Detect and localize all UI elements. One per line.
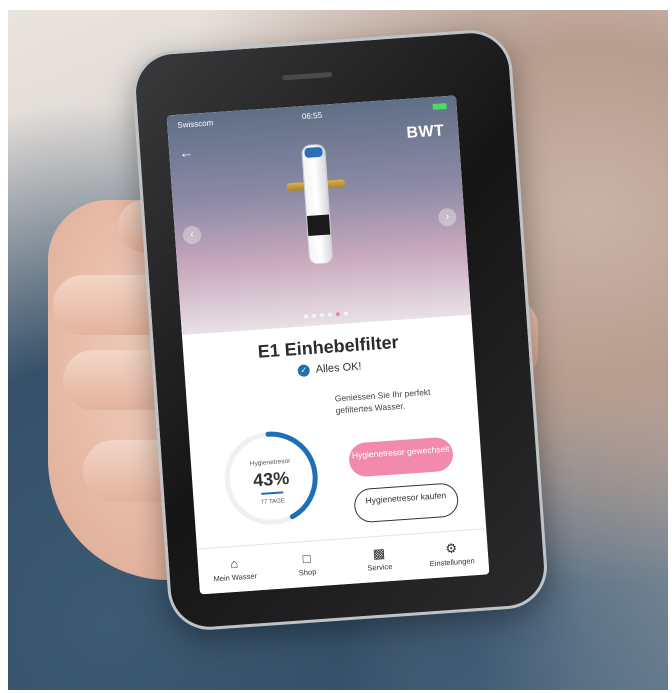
carousel-dot[interactable] bbox=[343, 311, 349, 316]
tab-label: Service bbox=[367, 561, 393, 573]
status-message: Geniessen Sie Ihr perfekt gefiltertes Wa… bbox=[334, 386, 431, 416]
carousel-dot[interactable] bbox=[319, 313, 325, 318]
product-hero: Swisscom 06:55 ← BWT ‹ › bbox=[166, 95, 472, 336]
tab-einstellungen[interactable]: ⚙ Einstellungen bbox=[414, 529, 489, 579]
tab-label: Mein Wasser bbox=[213, 571, 258, 584]
app-screen: Swisscom 06:55 ← BWT ‹ › E1 Einhebelfilt… bbox=[166, 95, 490, 595]
clock: 06:55 bbox=[301, 110, 323, 121]
gear-icon: ⚙ bbox=[444, 540, 458, 557]
carousel-indicator[interactable] bbox=[181, 303, 471, 327]
hygienetresor-buy-button[interactable]: Hygienetresor kaufen bbox=[353, 482, 460, 524]
tab-label: Shop bbox=[298, 567, 317, 578]
tab-label: Einstellungen bbox=[429, 556, 475, 569]
tab-shop[interactable]: □ Shop bbox=[269, 539, 344, 589]
carousel-dot[interactable] bbox=[303, 314, 309, 319]
chat-icon: ▩ bbox=[372, 545, 386, 562]
carousel-next-icon[interactable]: › bbox=[437, 207, 458, 227]
back-arrow-icon[interactable]: ← bbox=[179, 144, 194, 161]
carousel-prev-icon[interactable]: ‹ bbox=[182, 225, 202, 245]
hygiene-gauge: Hygienetresor 43% 77 TAGE bbox=[219, 426, 324, 531]
shopping-bag-icon: □ bbox=[302, 550, 312, 567]
check-icon: ✓ bbox=[297, 364, 311, 378]
smartphone: Swisscom 06:55 ← BWT ‹ › E1 Einhebelfilt… bbox=[130, 27, 550, 633]
battery-icon bbox=[357, 103, 447, 115]
carrier-name: Swisscom bbox=[176, 117, 214, 130]
status-text: Alles OK! bbox=[315, 360, 362, 376]
product-image bbox=[284, 143, 351, 277]
home-icon: ⌂ bbox=[229, 555, 239, 572]
carousel-dot[interactable] bbox=[311, 313, 317, 318]
tab-mein-wasser[interactable]: ⌂ Mein Wasser bbox=[197, 544, 272, 594]
tab-service[interactable]: ▩ Service bbox=[342, 534, 417, 584]
brand-logo: BWT bbox=[405, 122, 445, 142]
hygienetresor-changed-button[interactable]: Hygienetresor gewechselt bbox=[347, 436, 455, 478]
carousel-dot[interactable] bbox=[327, 312, 333, 317]
carousel-dot[interactable] bbox=[335, 311, 341, 317]
